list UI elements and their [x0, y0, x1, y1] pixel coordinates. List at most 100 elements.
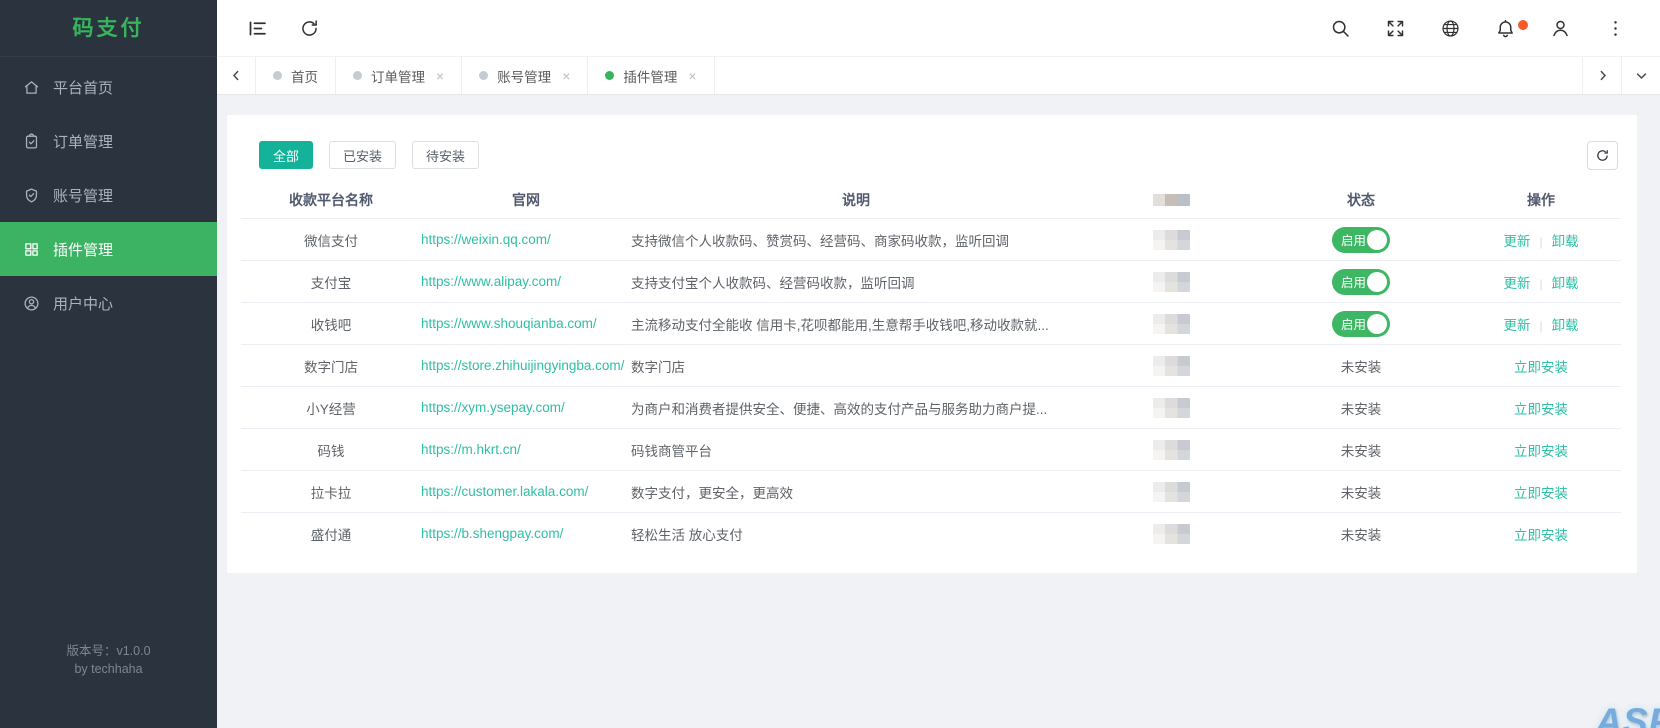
plugin-status-cell: 启用 [1261, 311, 1461, 337]
tabs-scroll-left-button[interactable] [217, 57, 256, 94]
plugin-site-link[interactable]: https://www.shouqianba.com/ [421, 316, 597, 331]
language-button[interactable] [1440, 18, 1461, 39]
notifications-button[interactable] [1495, 18, 1516, 39]
sidebar-item-home[interactable]: 平台首页 [0, 60, 217, 114]
censored-cell [1081, 356, 1261, 376]
tabs-scroll-right-button[interactable] [1582, 57, 1621, 94]
enable-toggle[interactable]: 启用 [1332, 269, 1390, 295]
tab-close-icon[interactable]: × [562, 69, 570, 83]
plugin-name-cell: 微信支付 [241, 230, 421, 250]
plugin-site-link[interactable]: https://weixin.qq.com/ [421, 232, 551, 247]
action-separator: | [1539, 319, 1542, 333]
update-link[interactable]: 更新 [1503, 276, 1530, 291]
plugin-actions-cell: 立即安装 [1461, 440, 1621, 460]
table-body: 微信支付https://weixin.qq.com/支持微信个人收款码、赞赏码、… [241, 218, 1621, 554]
sidebar-item-order[interactable]: 订单管理 [0, 114, 217, 168]
tab-status-dot [273, 71, 282, 80]
plugin-status-cell: 启用 [1261, 269, 1461, 295]
table-header-row: 收款平台名称官网说明状态操作 [241, 182, 1621, 218]
fullscreen-icon [1385, 18, 1406, 39]
plugin-actions-cell: 更新|卸载 [1461, 230, 1621, 250]
enable-toggle[interactable]: 启用 [1332, 227, 1390, 253]
plugin-site-link[interactable]: https://xym.ysepay.com/ [421, 400, 565, 415]
tab-账号管理[interactable]: 账号管理 × [462, 57, 588, 94]
refresh-icon [299, 18, 320, 39]
tab-close-icon[interactable]: × [436, 69, 444, 83]
shield-icon [23, 187, 40, 204]
app-window: 码支付 平台首页订单管理账号管理插件管理用户中心 版本号：v1.0.0 by t… [0, 0, 1660, 728]
toggle-label: 启用 [1341, 230, 1366, 249]
chevron-down-icon [1634, 68, 1649, 83]
column-header-site: 官网 [421, 190, 631, 210]
table-row: 拉卡拉https://customer.lakala.com/数字支付，更安全，… [241, 470, 1621, 512]
censored-block [1153, 440, 1190, 460]
filter-button-待安装[interactable]: 待安装 [412, 141, 479, 169]
censored-cell [1081, 524, 1261, 544]
more-options-button[interactable] [1605, 18, 1626, 39]
tab-close-icon[interactable]: × [688, 69, 696, 83]
plugin-site-cell: https://www.alipay.com/ [421, 274, 631, 289]
sidebar-item-grid[interactable]: 插件管理 [0, 222, 217, 276]
censored-header-block [1153, 194, 1190, 206]
install-now-link[interactable]: 立即安装 [1514, 360, 1568, 375]
filter-button-已安装[interactable]: 已安装 [329, 141, 396, 169]
table-row: 收钱吧https://www.shouqianba.com/主流移动支付全能收 … [241, 302, 1621, 344]
plugin-name-cell: 支付宝 [241, 272, 421, 292]
tab-首页[interactable]: 首页 [256, 57, 336, 94]
sidebar-item-shield[interactable]: 账号管理 [0, 168, 217, 222]
plugin-card: 全部已安装待安装 收款平台名称官网说明状态操作 微信支付https://weix… [227, 115, 1637, 573]
account-button[interactable] [1550, 18, 1571, 39]
sidebar-collapse-button[interactable] [247, 18, 268, 39]
status-not-installed: 未安装 [1341, 528, 1382, 543]
tab-订单管理[interactable]: 订单管理 × [336, 57, 462, 94]
enable-toggle[interactable]: 启用 [1332, 311, 1390, 337]
fullscreen-button[interactable] [1385, 18, 1406, 39]
plugin-site-link[interactable]: https://b.shengpay.com/ [421, 526, 563, 541]
install-now-link[interactable]: 立即安装 [1514, 402, 1568, 417]
user-icon [23, 295, 40, 312]
filter-button-全部[interactable]: 全部 [259, 141, 313, 169]
censored-block [1153, 356, 1190, 376]
tab-label: 账号管理 [497, 66, 551, 86]
plugin-table: 收款平台名称官网说明状态操作 微信支付https://weixin.qq.com… [241, 182, 1621, 554]
sidebar-footer: 版本号：v1.0.0 by techhaha [0, 642, 217, 728]
tab-插件管理[interactable]: 插件管理× [588, 57, 714, 94]
uninstall-link[interactable]: 卸载 [1552, 276, 1579, 291]
plugin-status-cell: 未安装 [1261, 482, 1461, 502]
tabs-menu-button[interactable] [1621, 57, 1660, 94]
uninstall-link[interactable]: 卸载 [1552, 318, 1579, 333]
table-refresh-button[interactable] [1587, 141, 1618, 170]
page-refresh-button[interactable] [299, 18, 320, 39]
search-button[interactable] [1330, 18, 1351, 39]
update-link[interactable]: 更新 [1503, 234, 1530, 249]
app-logo: 码支付 [0, 0, 217, 57]
watermark-brand: ASP300 [1595, 701, 1660, 728]
plugin-name-cell: 收钱吧 [241, 314, 421, 334]
plugin-site-link[interactable]: https://www.alipay.com/ [421, 274, 561, 289]
action-separator: | [1539, 277, 1542, 291]
table-row: 微信支付https://weixin.qq.com/支持微信个人收款码、赞赏码、… [241, 218, 1621, 260]
plugin-desc-cell: 数字支付，更安全，更高效 [631, 482, 1081, 502]
install-now-link[interactable]: 立即安装 [1514, 528, 1568, 543]
filter-group: 全部已安装待安装 [241, 141, 1621, 169]
plugin-status-cell: 未安装 [1261, 356, 1461, 376]
install-now-link[interactable]: 立即安装 [1514, 486, 1568, 501]
tab-status-dot [353, 71, 362, 80]
censored-block [1153, 482, 1190, 502]
home-icon [23, 79, 40, 96]
update-link[interactable]: 更新 [1503, 318, 1530, 333]
censored-cell [1081, 314, 1261, 334]
plugin-site-link[interactable]: https://m.hkrt.cn/ [421, 442, 521, 457]
install-now-link[interactable]: 立即安装 [1514, 444, 1568, 459]
tabs-list: 首页订单管理×账号管理×插件管理× [256, 57, 715, 94]
uninstall-link[interactable]: 卸载 [1552, 234, 1579, 249]
table-row: 码钱https://m.hkrt.cn/码钱商管平台未安装立即安装 [241, 428, 1621, 470]
order-icon [23, 133, 40, 150]
column-header-ops: 操作 [1461, 190, 1621, 210]
column-header-status: 状态 [1261, 190, 1461, 210]
plugin-site-link[interactable]: https://store.zhihuijingyingba.com/ [421, 358, 624, 373]
sidebar-item-user[interactable]: 用户中心 [0, 276, 217, 330]
status-not-installed: 未安装 [1341, 486, 1382, 501]
tab-label: 订单管理 [371, 66, 425, 86]
plugin-site-link[interactable]: https://customer.lakala.com/ [421, 484, 588, 499]
